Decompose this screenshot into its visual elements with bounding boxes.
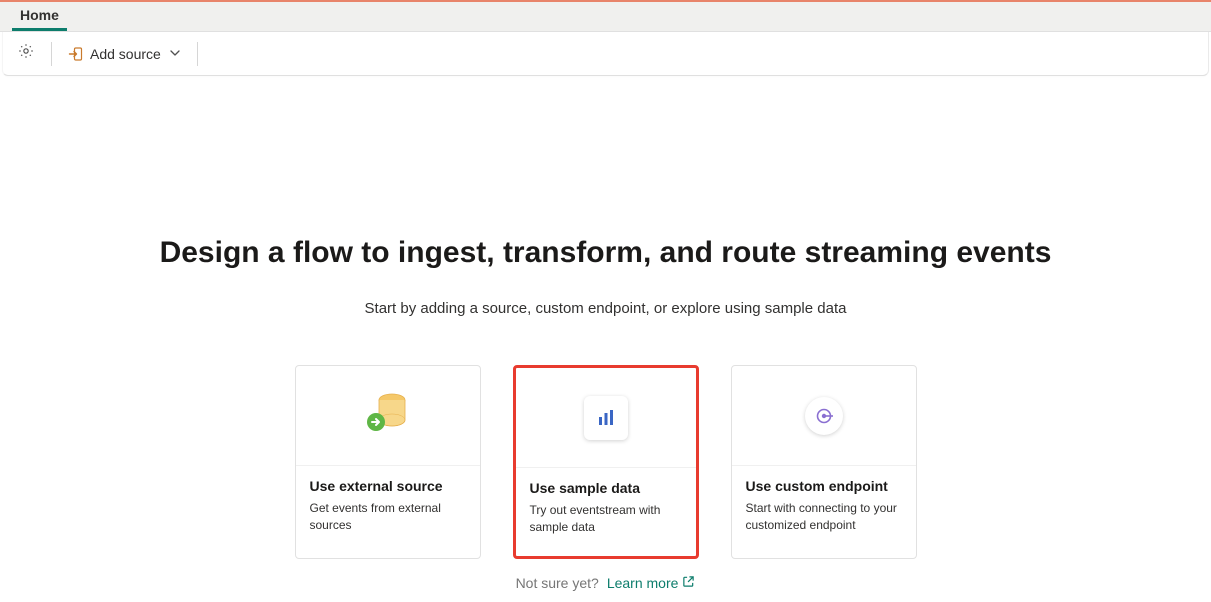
sample-data-icon bbox=[584, 396, 628, 440]
external-source-icon bbox=[360, 388, 416, 443]
card-icon-area bbox=[732, 366, 916, 466]
page-subtitle: Start by adding a source, custom endpoin… bbox=[0, 300, 1211, 317]
gear-icon bbox=[17, 42, 35, 65]
card-title: Use custom endpoint bbox=[746, 478, 902, 494]
add-source-icon bbox=[68, 46, 84, 62]
ribbon-divider-2 bbox=[197, 42, 198, 66]
footer-help: Not sure yet? Learn more bbox=[0, 575, 1211, 591]
tab-bar: Home bbox=[0, 2, 1211, 32]
ribbon: Add source bbox=[2, 32, 1209, 76]
learn-more-label: Learn more bbox=[607, 575, 679, 591]
card-row: Use external source Get events from exte… bbox=[0, 365, 1211, 559]
chevron-down-icon bbox=[169, 46, 181, 62]
add-source-label: Add source bbox=[90, 46, 161, 62]
card-use-external-source[interactable]: Use external source Get events from exte… bbox=[295, 365, 481, 559]
add-source-button[interactable]: Add source bbox=[62, 42, 187, 66]
not-sure-label: Not sure yet? bbox=[516, 575, 599, 591]
card-icon-area bbox=[516, 368, 696, 468]
card-use-custom-endpoint[interactable]: Use custom endpoint Start with connectin… bbox=[731, 365, 917, 559]
ribbon-divider bbox=[51, 42, 52, 66]
settings-button[interactable] bbox=[11, 39, 41, 69]
card-description: Get events from external sources bbox=[310, 500, 466, 534]
card-description: Try out eventstream with sample data bbox=[530, 502, 682, 536]
hero-content: Design a flow to ingest, transform, and … bbox=[0, 76, 1211, 591]
card-description: Start with connecting to your customized… bbox=[746, 500, 902, 534]
page-title: Design a flow to ingest, transform, and … bbox=[0, 236, 1211, 270]
card-icon-area bbox=[296, 366, 480, 466]
card-body: Use sample data Try out eventstream with… bbox=[516, 468, 696, 548]
card-body: Use custom endpoint Start with connectin… bbox=[732, 466, 916, 546]
card-title: Use sample data bbox=[530, 480, 682, 496]
card-use-sample-data[interactable]: Use sample data Try out eventstream with… bbox=[513, 365, 699, 559]
learn-more-link[interactable]: Learn more bbox=[607, 575, 696, 591]
external-link-icon bbox=[682, 575, 695, 591]
tab-home[interactable]: Home bbox=[12, 2, 67, 31]
custom-endpoint-icon bbox=[805, 397, 843, 435]
card-body: Use external source Get events from exte… bbox=[296, 466, 480, 546]
card-title: Use external source bbox=[310, 478, 466, 494]
